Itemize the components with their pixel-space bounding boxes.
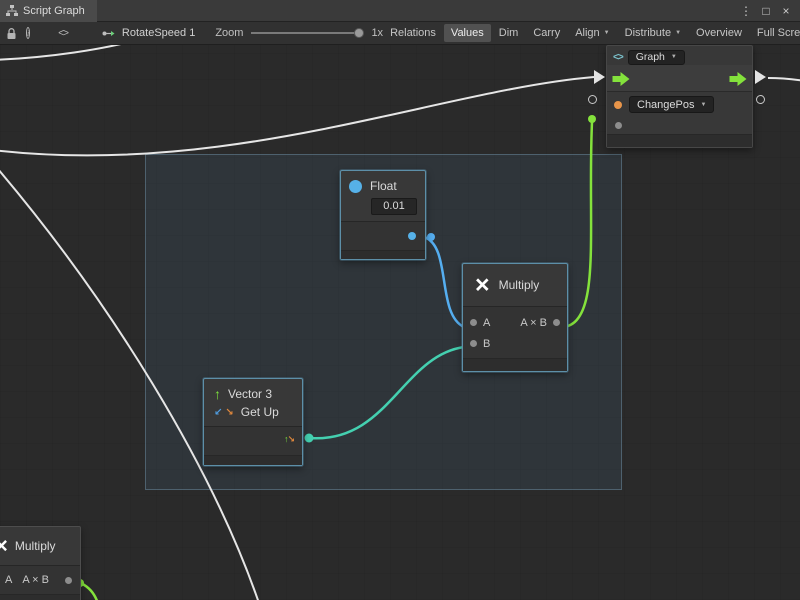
- toolbar-buttons: Relations Values Dim Carry Align ▼ Distr…: [383, 24, 800, 42]
- event-node[interactable]: <> Graph ▼ ChangePos ▼: [606, 45, 753, 148]
- dim-button[interactable]: Dim: [492, 24, 526, 42]
- node-footer: [463, 358, 567, 371]
- multiply-header: × Multiply: [0, 527, 80, 565]
- chevron-down-icon: ▼: [675, 30, 681, 36]
- vector-axis-icon: ↘: [225, 407, 233, 418]
- close-icon[interactable]: ×: [778, 4, 794, 18]
- script-graph-icon: [6, 5, 18, 17]
- vector3-getup-node[interactable]: ↑ Vector 3 ↙ ↘ Get Up ↑↘: [203, 378, 303, 466]
- zoom-slider[interactable]: [251, 26, 363, 40]
- node-footer: [341, 250, 425, 259]
- overview-button[interactable]: Overview: [689, 24, 749, 42]
- maximize-icon[interactable]: □: [758, 4, 774, 18]
- flow-in-arrow-icon[interactable]: [612, 72, 630, 86]
- code-icon: <>: [613, 52, 623, 63]
- port-a-label: A: [5, 574, 12, 586]
- zoom-slider-handle[interactable]: [354, 28, 364, 38]
- breadcrumb-label: RotateSpeed 1: [122, 27, 195, 39]
- carry-button[interactable]: Carry: [526, 24, 567, 42]
- float-body: [341, 222, 425, 250]
- window-controls: ⋮ □ ×: [738, 4, 800, 18]
- zoom-label: Zoom: [215, 27, 243, 39]
- port-circle-left[interactable]: [588, 95, 597, 104]
- port-circle-right[interactable]: [756, 95, 765, 104]
- vector-up-icon: ↑: [214, 387, 221, 401]
- chevron-down-icon: ▼: [701, 102, 707, 108]
- port-a-label: A: [483, 317, 490, 329]
- graph-dropdown[interactable]: Graph ▼: [628, 50, 685, 65]
- tab-script-graph[interactable]: Script Graph: [0, 0, 97, 22]
- flow-ports-row: [607, 65, 752, 92]
- vector-header: ↑ Vector 3 ↙ ↘ Get Up: [204, 379, 302, 426]
- node-subtitle: Get Up: [241, 405, 279, 419]
- changepos-dropdown[interactable]: ChangePos ▼: [629, 96, 714, 113]
- float-header: Float 0.01: [341, 171, 425, 221]
- graph-selector-row: <> Graph ▼: [607, 46, 752, 65]
- info-icon[interactable]: i: [26, 27, 30, 39]
- graph-toolbar: i <> RotateSpeed 1 Zoom 1x Relations Val…: [0, 22, 800, 45]
- float-output-port[interactable]: [408, 232, 416, 240]
- lock-icon[interactable]: [6, 27, 17, 40]
- port-b-label: B: [483, 338, 490, 350]
- distribute-dropdown[interactable]: Distribute ▼: [618, 24, 688, 42]
- graph-asset-icon: [102, 28, 117, 39]
- wire-endpoint-green[interactable]: [588, 115, 596, 123]
- zoom-group: Zoom 1x: [215, 26, 383, 40]
- breadcrumb[interactable]: RotateSpeed 1: [102, 27, 195, 39]
- wire-white-out-right[interactable]: [768, 78, 800, 82]
- input-a-port[interactable]: [470, 319, 477, 326]
- multiply-header: × Multiply: [463, 264, 567, 306]
- port-row: A A × B: [0, 566, 80, 594]
- float-value-field[interactable]: 0.01: [371, 198, 417, 215]
- wire-white-top-corner[interactable]: [0, 45, 152, 60]
- target-row: ChangePos ▼: [607, 92, 752, 117]
- vector-output-port[interactable]: ↑↘: [284, 434, 294, 445]
- code-icon[interactable]: <>: [58, 28, 68, 39]
- float-type-icon: [349, 180, 362, 193]
- flow-out-arrow-icon[interactable]: [729, 72, 747, 86]
- zoom-value: 1x: [371, 27, 383, 39]
- chevron-down-icon: ▼: [604, 30, 610, 36]
- titlebar: Script Graph ⋮ □ ×: [0, 0, 800, 22]
- node-title: Multiply: [499, 278, 540, 292]
- output-port[interactable]: [65, 577, 72, 584]
- node-title: Float: [370, 179, 397, 193]
- float-node[interactable]: Float 0.01: [340, 170, 426, 260]
- port-row-b: B: [463, 333, 567, 354]
- fullscreen-button[interactable]: Full Screen: [750, 24, 800, 42]
- input-port-row: [607, 117, 752, 134]
- port-row-a: A A × B: [463, 312, 567, 333]
- flow-arrow-white-in[interactable]: [594, 70, 605, 84]
- multiply-ports: A A × B B: [463, 307, 567, 358]
- flow-arrow-white-out[interactable]: [755, 70, 766, 84]
- target-port-dot[interactable]: [614, 101, 622, 109]
- node-footer: [607, 134, 752, 147]
- multiply-icon: ×: [0, 535, 8, 557]
- vector-axis-icon: ↙: [214, 407, 222, 418]
- value-port-dot[interactable]: [615, 122, 622, 129]
- port-out-label: A × B: [520, 317, 547, 329]
- graph-canvas[interactable]: <> Graph ▼ ChangePos ▼: [0, 45, 800, 600]
- output-port[interactable]: [553, 319, 560, 326]
- relations-button[interactable]: Relations: [383, 24, 443, 42]
- multiply-icon: ×: [475, 273, 490, 297]
- tab-label: Script Graph: [23, 5, 85, 17]
- input-b-port[interactable]: [470, 340, 477, 347]
- align-dropdown[interactable]: Align ▼: [568, 24, 616, 42]
- menu-icon[interactable]: ⋮: [738, 4, 754, 18]
- partial-multiply-node[interactable]: × Multiply A A × B: [0, 526, 81, 600]
- node-footer: [0, 594, 80, 600]
- node-title: Vector 3: [228, 387, 272, 401]
- node-title: Multiply: [15, 539, 56, 553]
- port-out-label: A × B: [22, 574, 49, 586]
- zoom-slider-track[interactable]: [251, 32, 363, 34]
- multiply-node[interactable]: × Multiply A A × B B: [462, 263, 568, 372]
- values-button[interactable]: Values: [444, 24, 491, 42]
- wire-white-to-event-node[interactable]: [0, 77, 594, 155]
- vector-body: ↑↘: [204, 427, 302, 455]
- node-footer: [204, 455, 302, 465]
- chevron-down-icon: ▼: [671, 54, 677, 60]
